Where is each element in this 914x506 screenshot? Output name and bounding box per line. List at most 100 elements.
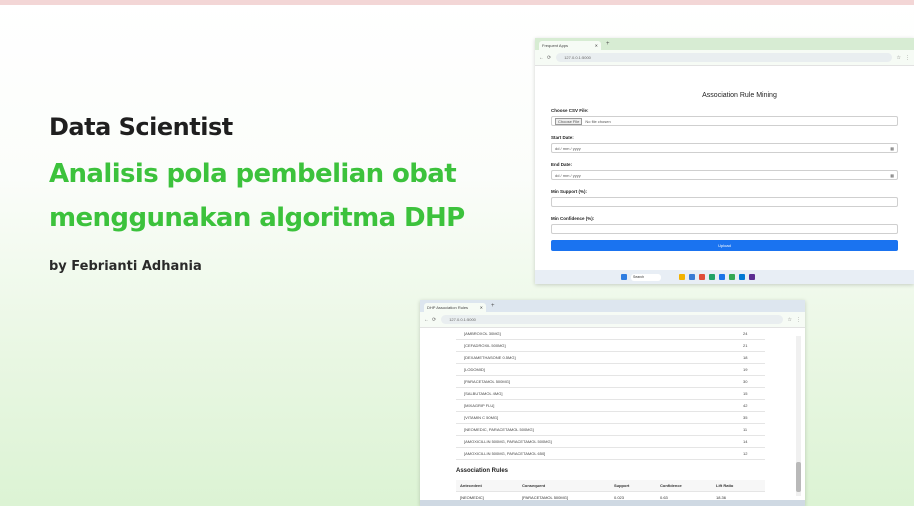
new-tab-icon[interactable]: + — [491, 303, 495, 309]
url-field[interactable]: 127.0.0.1:5000 — [441, 315, 783, 324]
top-accent-stripe — [0, 0, 914, 5]
browser-icon[interactable] — [719, 274, 725, 280]
os-taskbar — [420, 500, 805, 506]
new-tab-icon[interactable]: + — [606, 41, 610, 47]
calendar-icon[interactable]: ▦ — [890, 146, 894, 151]
browser-window-upload-form: Frequent Apps ✕ + ← ⟳ 127.0.0.1:5000 ☆ ⋮… — [535, 38, 914, 284]
itemset-count: 11 — [743, 427, 748, 432]
min-confidence-input[interactable] — [551, 224, 898, 234]
itemset-name: [DEXAMETHASONE 0.5MG] — [464, 355, 516, 360]
itemset-row: [AMBROXOL 30MG] 24 — [456, 328, 765, 340]
start-icon[interactable] — [621, 274, 627, 280]
itemset-count: 42 — [743, 403, 748, 408]
itemset-row: [LODOMID] 19 — [456, 364, 765, 376]
itemset-name: [MIXAGRIP FLU] — [464, 403, 495, 408]
start-date-input[interactable]: dd / mm / yyyy ▦ — [551, 143, 898, 153]
results-page: [AMBROXOL 30MG] 24 [CEFADROXIL 500MG] 21 [DE… — [420, 328, 805, 504]
rules-header-cell: Confidence — [660, 483, 682, 488]
app-icon[interactable] — [699, 274, 705, 280]
itemset-row: [CEFADROXIL 500MG] 21 — [456, 340, 765, 352]
scroll-thumb[interactable] — [796, 462, 801, 492]
tab-title: Frequent Apps — [542, 43, 569, 48]
itemset-row: [SALBUTAMOL 4MG] 15 — [456, 388, 765, 400]
itemset-name: [VITAMIN C 50MG] — [464, 415, 499, 420]
taskbar-search[interactable]: Search — [631, 273, 661, 281]
reload-icon[interactable]: ⟳ — [432, 317, 436, 323]
menu-icon[interactable]: ⋮ — [796, 317, 801, 323]
rules-header-cell: Antecedent — [460, 483, 482, 488]
reload-icon[interactable]: ⟳ — [547, 55, 551, 61]
file-status: No file chosen — [585, 118, 611, 124]
chrome-icon[interactable] — [729, 274, 735, 280]
itemset-count: 14 — [743, 439, 748, 444]
back-icon[interactable]: ← — [424, 317, 429, 323]
role-title: Data Scientist — [49, 113, 233, 141]
rules-header-row: Antecedent Consequent Support Confidence Lif… — [456, 480, 765, 492]
browser-window-results: DHP Association Rules ✕ + ← ⟳ 127.0.0.1:… — [420, 300, 805, 506]
tab-close-icon[interactable]: ✕ — [480, 305, 483, 310]
itemset-name: [SALBUTAMOL 4MG] — [464, 391, 503, 396]
min-support-input[interactable] — [551, 197, 898, 207]
url-text: 127.0.0.1:5000 — [449, 317, 476, 322]
itemset-name: [AMOXICILLIN 500MG, PARACETAMOL 650] — [464, 451, 546, 456]
itemset-count: 18 — [743, 355, 748, 360]
end-date-label: End Date: — [551, 162, 573, 167]
file-label: Choose CSV File: — [551, 108, 589, 113]
app-icon[interactable] — [749, 274, 755, 280]
address-bar: ← ⟳ 127.0.0.1:5000 ☆ ⋮ — [535, 50, 914, 66]
file-input[interactable]: Choose File No file chosen — [551, 116, 898, 126]
url-field[interactable]: 127.0.0.1:5000 — [556, 53, 892, 62]
itemset-count: 21 — [743, 343, 748, 348]
end-date-value: dd / mm / yyyy — [555, 172, 581, 178]
rules-header-cell: Lift Ratio — [716, 483, 734, 488]
hero-text: Data Scientist Analisis pola pembelian o… — [49, 110, 519, 274]
itemset-name: [AMBROXOL 30MG] — [464, 331, 501, 336]
start-date-label: Start Date: — [551, 135, 574, 140]
url-text: 127.0.0.1:5000 — [564, 55, 591, 60]
page-title: Association Rule Mining — [702, 92, 777, 99]
itemset-count: 15 — [743, 391, 748, 396]
calendar-icon[interactable]: ▦ — [890, 173, 894, 178]
upload-button[interactable]: Upload — [551, 240, 898, 251]
browser-tab[interactable]: DHP Association Rules ✕ — [424, 303, 486, 312]
os-taskbar: Search — [535, 270, 914, 284]
itemset-row: [AMOXICILLIN 500MG, PARACETAMOL 650] 12 — [456, 448, 765, 460]
app-icon[interactable] — [709, 274, 715, 280]
browser-tab[interactable]: Frequent Apps ✕ — [539, 41, 601, 50]
file-explorer-icon[interactable] — [679, 274, 685, 280]
menu-icon[interactable]: ⋮ — [905, 55, 910, 61]
upload-form: Association Rule Mining Choose CSV File:… — [535, 92, 914, 251]
address-bar: ← ⟳ 127.0.0.1:5000 ☆ ⋮ — [420, 312, 805, 328]
min-support-label: Min Support (%): — [551, 189, 587, 194]
itemset-name: [LODOMID] — [464, 367, 485, 372]
rules-title: Association Rules — [456, 468, 509, 474]
itemset-count: 24 — [743, 331, 748, 336]
itemset-name: [AMOXICILLIN 500MG, PARACETAMOL 500MG] — [464, 439, 552, 444]
itemset-count: 19 — [743, 367, 748, 372]
back-icon[interactable]: ← — [539, 55, 544, 61]
browser-tab-bar: Frequent Apps ✕ + — [535, 38, 914, 50]
frequent-itemsets-table: [AMBROXOL 30MG] 24 [CEFADROXIL 500MG] 21 [DE… — [456, 328, 765, 460]
star-icon[interactable]: ☆ — [788, 317, 792, 323]
end-date-input[interactable]: dd / mm / yyyy ▦ — [551, 170, 898, 180]
app-icon[interactable] — [739, 274, 745, 280]
scrollbar[interactable] — [796, 336, 801, 496]
itemset-name: [PARACETAMOL 500MG] — [464, 379, 510, 384]
tab-title: DHP Association Rules — [427, 305, 469, 310]
itemset-count: 12 — [743, 451, 748, 456]
project-title-line-2: menggunakan algoritma DHP — [49, 203, 465, 233]
itemset-row: [VITAMIN C 50MG] 35 — [456, 412, 765, 424]
project-title-line-1: Analisis pola pembelian obat — [49, 159, 457, 189]
choose-file-button[interactable]: Choose File — [555, 117, 583, 125]
itemset-row: [AMOXICILLIN 500MG, PARACETAMOL 500MG] 14 — [456, 436, 765, 448]
itemset-name: [NEOMEDIC, PARACETAMOL 500MG] — [464, 427, 534, 432]
app-icon[interactable] — [689, 274, 695, 280]
itemset-row: [PARACETAMOL 500MG] 30 — [456, 376, 765, 388]
browser-tab-bar: DHP Association Rules ✕ + — [420, 300, 805, 312]
star-icon[interactable]: ☆ — [897, 55, 901, 61]
min-confidence-label: Min Confidence (%): — [551, 216, 595, 221]
start-date-value: dd / mm / yyyy — [555, 145, 581, 151]
tab-close-icon[interactable]: ✕ — [595, 43, 598, 48]
itemset-row: [DEXAMETHASONE 0.5MG] 18 — [456, 352, 765, 364]
itemset-row: [NEOMEDIC, PARACETAMOL 500MG] 11 — [456, 424, 765, 436]
